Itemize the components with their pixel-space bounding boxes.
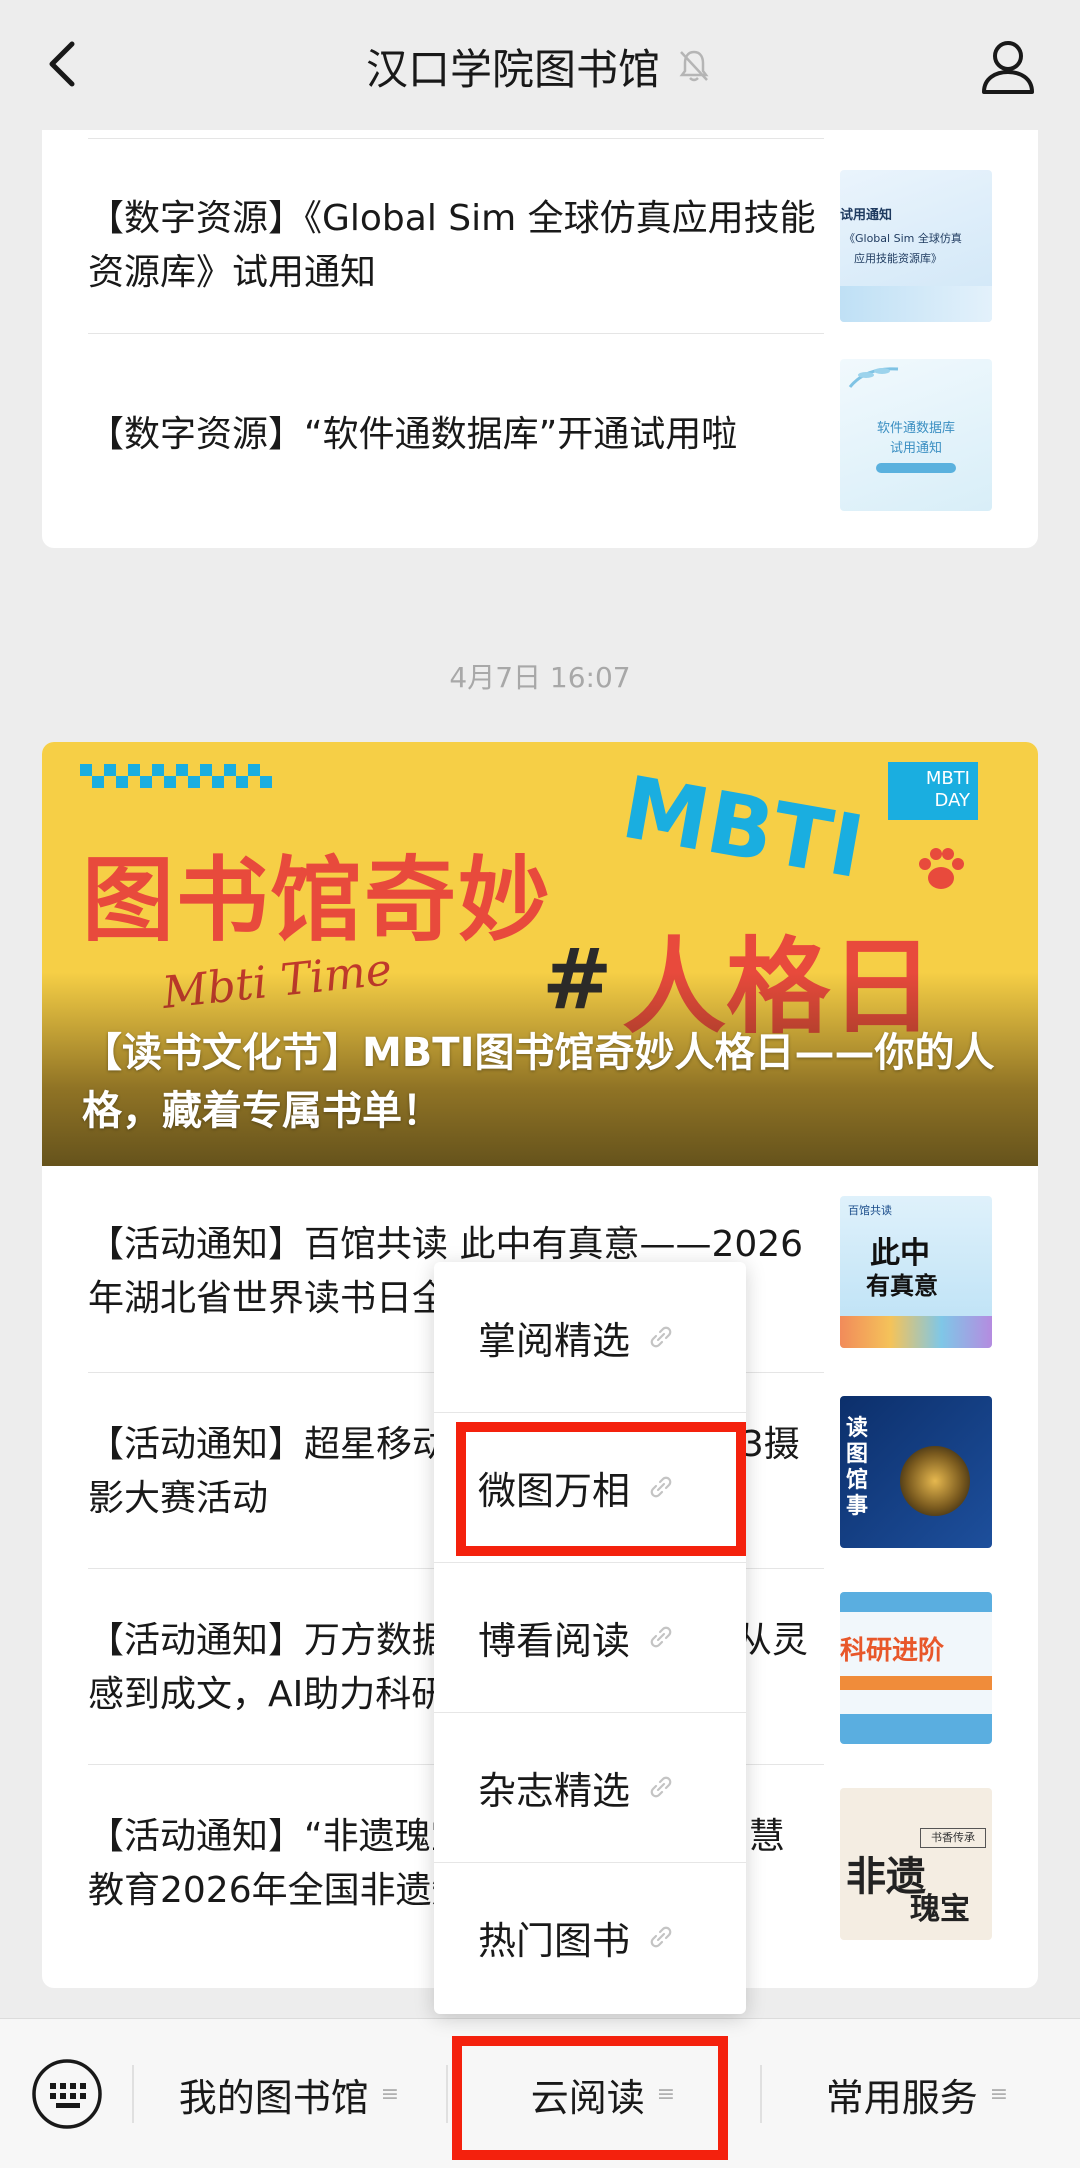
message-card-digital-resources: 【数字资源】《Global Sim 全球仿真应用技能资源库》试用通知 试用通知 … bbox=[42, 128, 1038, 548]
person-icon bbox=[982, 41, 1034, 94]
menu-tab-my-library[interactable]: 我的图书馆 ≡ bbox=[134, 2049, 444, 2139]
submenu-item-bokan[interactable]: 博看阅读 bbox=[434, 1562, 746, 1712]
article-row-software-db[interactable]: 【数字资源】“软件通数据库”开通试用啦 软件通数据库 试用通知 bbox=[88, 350, 992, 520]
thumb-char: 事 bbox=[846, 1494, 869, 1519]
article-thumbnail: 百馆共读 此中 有真意 bbox=[840, 1196, 992, 1348]
nav-header: 汉口学院图书馆 bbox=[0, 0, 1080, 130]
menu-lines-icon: ≡ bbox=[989, 2081, 1009, 2107]
link-icon bbox=[650, 1326, 672, 1348]
thumb-text: 百馆共读 bbox=[848, 1204, 892, 1217]
thumb-text: 瑰宝 bbox=[910, 1892, 970, 1927]
divider bbox=[88, 333, 824, 334]
article-title: 【数字资源】“软件通数据库”开通试用啦 bbox=[88, 414, 738, 455]
article-title: 【数字资源】《Global Sim 全球仿真应用技能资源库》试用通知 bbox=[88, 198, 816, 293]
banner-title: 【读书文化节】MBTI图书馆奇妙人格日——你的人格，藏着专属书单！ bbox=[82, 1030, 995, 1134]
submenu-item-magazines[interactable]: 杂志精选 bbox=[434, 1712, 746, 1862]
message-timestamp: 4月7日 16:07 bbox=[449, 661, 631, 694]
link-icon bbox=[650, 1776, 672, 1798]
bell-muted-icon bbox=[679, 50, 709, 82]
banner-art-mbti: MBTI bbox=[615, 757, 871, 899]
link-icon bbox=[650, 1926, 672, 1948]
page-title: 汉口学院图书馆 bbox=[365, 44, 660, 94]
link-icon bbox=[650, 1626, 672, 1648]
menu-tab-common-services[interactable]: 常用服务 ≡ bbox=[762, 2049, 1072, 2139]
thumb-text: 《Global Sim 全球仿真 bbox=[844, 232, 962, 245]
thumb-text: 科研进阶 bbox=[840, 1636, 945, 1666]
thumb-char: 图 bbox=[846, 1442, 869, 1467]
menu-tab-label: 云阅读 bbox=[530, 2075, 645, 2120]
banner-art-text: 图书馆奇妙 bbox=[82, 847, 553, 954]
thumb-text: 读 图 馆 事 bbox=[846, 1416, 886, 1520]
paw-icon bbox=[919, 848, 964, 889]
menu-tab-label: 我的图书馆 bbox=[178, 2075, 369, 2120]
submenu-item-hot-books[interactable]: 热门图书 bbox=[434, 1862, 746, 2012]
thumb-bar bbox=[840, 1676, 992, 1690]
keyboard-toggle-button[interactable] bbox=[30, 2057, 104, 2131]
article-thumbnail: 软件通数据库 试用通知 bbox=[840, 359, 992, 511]
thumb-bar bbox=[876, 463, 956, 473]
banner-article[interactable]: 图书馆奇妙 MBTI MBTI DAY # 人格日 Mbti Time 【读书文… bbox=[42, 742, 1038, 1166]
leaf-decoration bbox=[848, 367, 899, 388]
checker-decoration bbox=[80, 764, 272, 788]
profile-button[interactable] bbox=[976, 34, 1040, 98]
menu-lines-icon: ≡ bbox=[656, 2081, 676, 2107]
title-wrap: 汉口学院图书馆 bbox=[0, 36, 1080, 96]
submenu-item-label: 微图万相 bbox=[478, 1468, 631, 1513]
cloud-reading-submenu: 掌阅精选 微图万相 博看阅读 杂志精选 热门图书 bbox=[434, 1262, 746, 2014]
thumb-rainbow bbox=[840, 1316, 992, 1348]
article-thumbnail: 读 图 馆 事 bbox=[840, 1396, 992, 1548]
thumb-text: 应用技能资源库》 bbox=[854, 252, 942, 265]
submenu-item-label: 热门图书 bbox=[478, 1918, 631, 1963]
thumb-text: 有真意 bbox=[866, 1272, 938, 1300]
thumb-bar bbox=[840, 1714, 992, 1744]
menu-tab-cloud-reading[interactable]: 云阅读 ≡ bbox=[448, 2049, 758, 2139]
thumb-char: 馆 bbox=[846, 1468, 869, 1493]
thumb-wave bbox=[840, 286, 992, 322]
submenu-item-label: 博看阅读 bbox=[478, 1618, 631, 1663]
menu-lines-icon: ≡ bbox=[380, 2081, 400, 2107]
thumb-text: 试用通知 bbox=[889, 441, 942, 456]
submenu-item-label: 掌阅精选 bbox=[478, 1318, 631, 1363]
thumb-text: 软件通数据库 bbox=[876, 421, 955, 436]
thumb-char: 读 bbox=[846, 1416, 869, 1441]
mbti-day-badge: MBTI DAY bbox=[888, 762, 978, 820]
thumb-text: 试用通知 bbox=[840, 208, 893, 223]
divider bbox=[88, 138, 824, 139]
submenu-item-weitu[interactable]: 微图万相 bbox=[434, 1412, 746, 1562]
submenu-item-zhangyue[interactable]: 掌阅精选 bbox=[434, 1262, 746, 1412]
link-icon bbox=[650, 1476, 672, 1498]
thumb-text: 书香传承 bbox=[920, 1828, 986, 1848]
article-thumbnail: 书香传承 非遗 瑰宝 bbox=[840, 1788, 992, 1940]
article-thumbnail: 试用通知 《Global Sim 全球仿真 应用技能资源库》 bbox=[840, 170, 992, 322]
thumb-bar bbox=[840, 1592, 992, 1612]
article-row-global-sim[interactable]: 【数字资源】《Global Sim 全球仿真应用技能资源库》试用通知 试用通知 … bbox=[88, 156, 992, 336]
menu-tab-label: 常用服务 bbox=[825, 2075, 978, 2120]
keyboard-icon bbox=[32, 2059, 102, 2129]
article-thumbnail: 科研进阶 bbox=[840, 1592, 992, 1744]
camera-lens-image bbox=[900, 1446, 970, 1516]
submenu-item-label: 杂志精选 bbox=[478, 1768, 631, 1813]
bottom-menu-bar: 我的图书馆 ≡ 云阅读 ≡ 常用服务 ≡ bbox=[0, 2018, 1080, 2168]
